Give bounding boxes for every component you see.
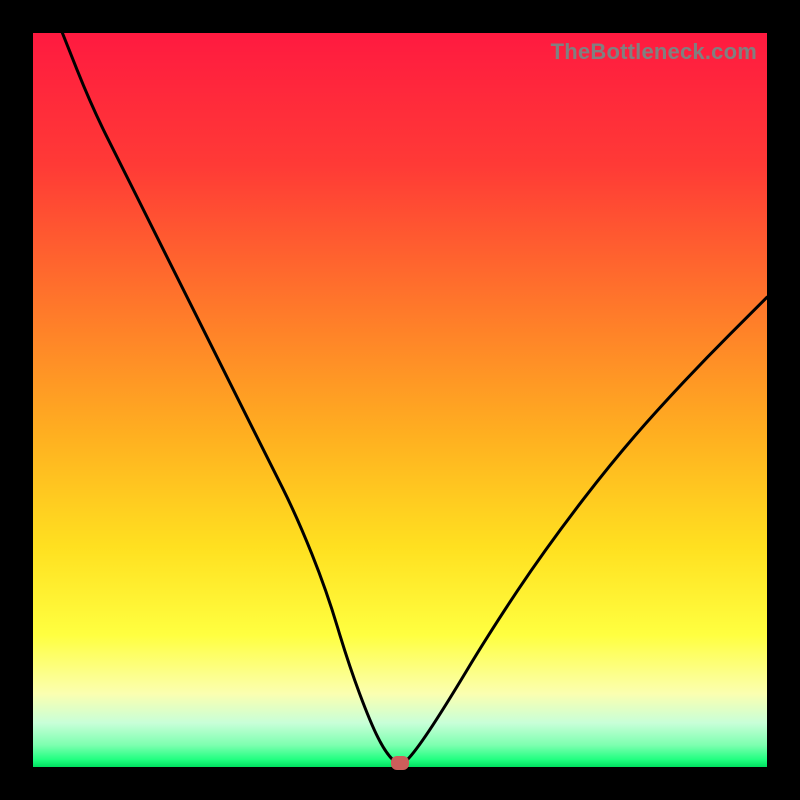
plot-area: TheBottleneck.com [33, 33, 767, 767]
min-marker [391, 756, 409, 770]
bottleneck-curve [33, 33, 767, 767]
curve-path [62, 33, 767, 763]
chart-frame: TheBottleneck.com [0, 0, 800, 800]
